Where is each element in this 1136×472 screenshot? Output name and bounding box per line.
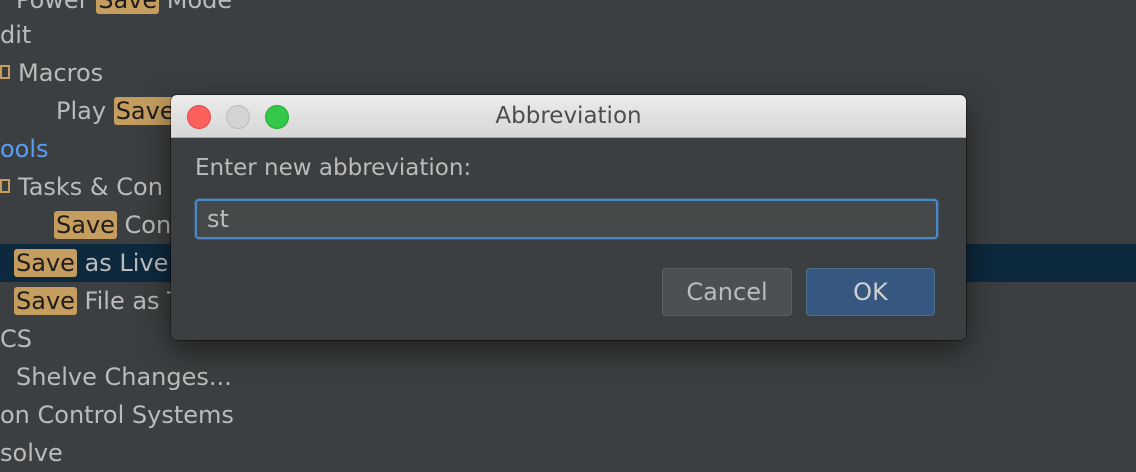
search-highlight: Save [96, 0, 160, 14]
tree-item-resolve[interactable]: solve [0, 434, 1136, 472]
dialog-title: Abbreviation [495, 103, 642, 129]
folder-icon [0, 179, 10, 193]
cancel-button[interactable]: Cancel [662, 268, 792, 316]
abbreviation-input[interactable] [195, 199, 938, 239]
tree-item-edit[interactable]: dit [0, 16, 1136, 54]
dialog-titlebar[interactable]: Abbreviation [171, 95, 966, 138]
tree-item-macros[interactable]: Macros [0, 54, 1136, 92]
search-highlight: Save [14, 249, 77, 277]
folder-icon [0, 65, 10, 79]
tree-item-shelve-changes[interactable]: Shelve Changes... [0, 358, 1136, 396]
ok-button[interactable]: OK [806, 268, 935, 316]
search-highlight: Save [14, 287, 77, 315]
abbreviation-dialog: Abbreviation Enter new abbreviation: Can… [171, 95, 966, 340]
search-highlight: Save [113, 97, 177, 125]
abbreviation-prompt: Enter new abbreviation: [195, 155, 472, 181]
tree-item-version-control-systems[interactable]: on Control Systems [0, 396, 1136, 434]
search-highlight: Save [54, 211, 117, 239]
